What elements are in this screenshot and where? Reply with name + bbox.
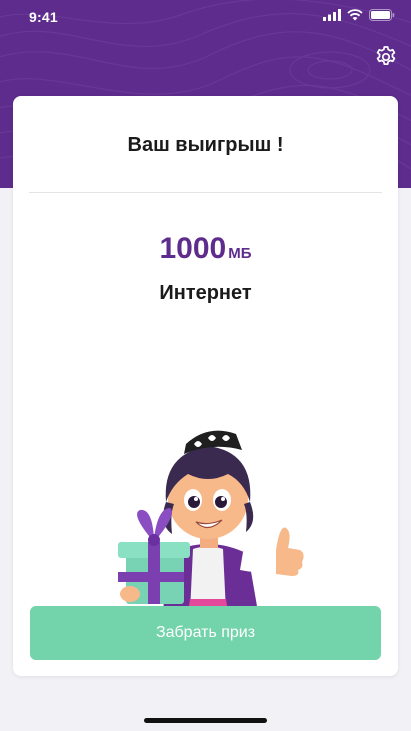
battery-icon <box>369 9 395 21</box>
card-title: Ваш выигрыш ! <box>127 134 284 156</box>
signal-icon <box>323 9 341 21</box>
wifi-icon <box>347 9 363 21</box>
prize-amount-value: 1000 <box>159 232 227 265</box>
settings-button[interactable] <box>373 44 399 70</box>
status-bar: 9:41 <box>0 0 411 34</box>
prize-card: Ваш выигрыш ! 1000 МБ Интернет Забрать п… <box>13 96 398 676</box>
mascot-illustration <box>118 430 304 612</box>
gear-icon <box>376 46 396 65</box>
divider <box>29 192 382 193</box>
prize-amount: 1000 МБ <box>13 232 398 266</box>
prize-amount-unit: МБ <box>228 245 252 262</box>
claim-prize-button[interactable]: Забрать приз <box>30 606 381 660</box>
status-icons <box>323 9 395 21</box>
status-time: 9:41 <box>29 9 58 25</box>
home-indicator <box>144 718 267 723</box>
prize-name: Интернет <box>159 282 252 304</box>
